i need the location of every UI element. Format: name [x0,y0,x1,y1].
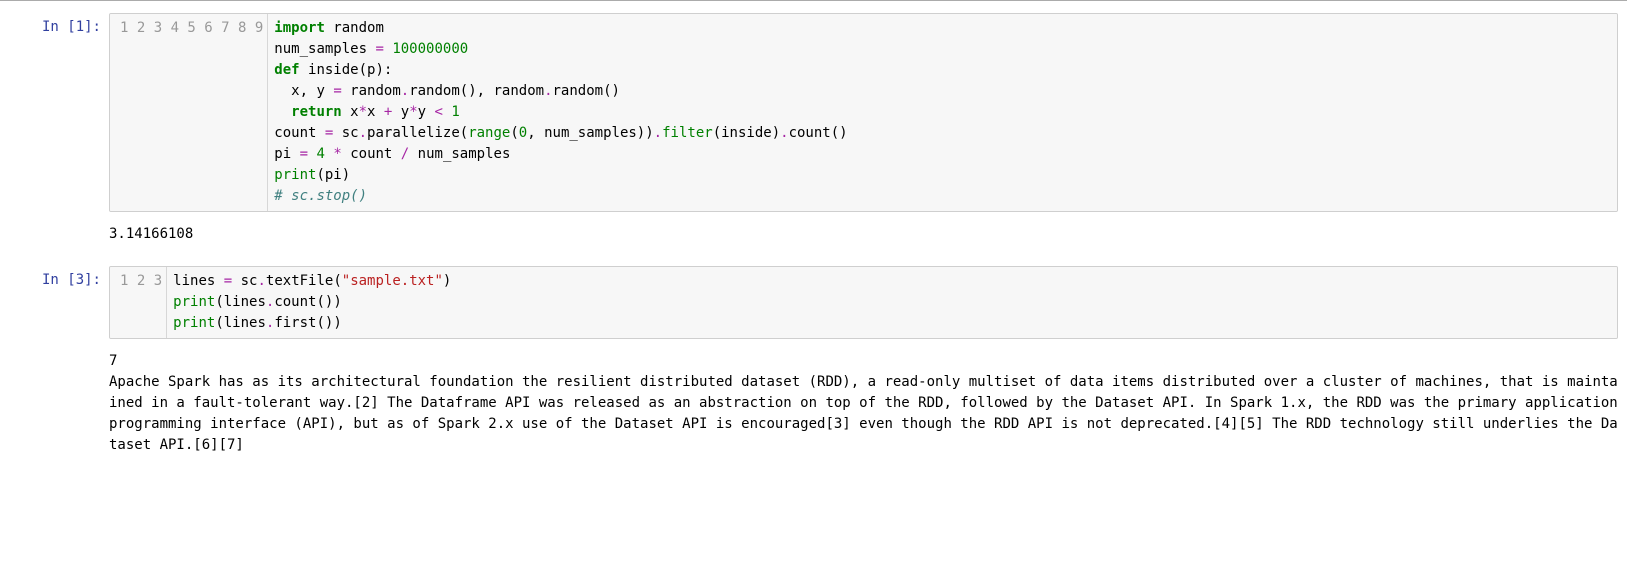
code-token: parallelize( [367,125,468,141]
code-token: < [434,104,442,120]
output-prompt-spacer [4,349,109,458]
code-token: 1 [451,104,459,120]
code-editor[interactable]: lines = sc.textFile("sample.txt") print(… [167,267,1617,338]
code-token: def [274,62,299,78]
code-token: , num_samples)) [527,125,653,141]
code-token: y [392,104,409,120]
code-token: inside(p): [300,62,393,78]
code-token: return [291,104,342,120]
code-cell: In [1]:1 2 3 4 5 6 7 8 9import random nu… [4,8,1623,217]
code-editor[interactable]: import random num_samples = 100000000 de… [268,14,1617,211]
code-token: lines [173,273,224,289]
output-prompt-spacer [4,222,109,247]
input-prompt: In [1]: [4,13,109,212]
code-token: 0 [519,125,527,141]
code-token: (lines [215,294,266,310]
code-token: (lines [215,315,266,331]
code-token: range [468,125,510,141]
code-token: 100000000 [392,41,468,57]
code-token: (inside) [713,125,780,141]
code-token: pi [274,146,299,162]
code-token: textFile( [266,273,342,289]
code-token: count() [789,125,848,141]
code-token: random [325,20,384,36]
code-token: / [401,146,409,162]
code-token: print [173,315,215,331]
input-prompt: In [3]: [4,266,109,339]
code-token: ( [510,125,518,141]
code-token: (pi) [316,167,350,183]
code-token: x, y [274,83,333,99]
code-token: num_samples [274,41,375,57]
code-token: count()) [274,294,341,310]
code-token: . [654,125,662,141]
code-token: import [274,20,325,36]
code-token: 4 [316,146,324,162]
code-token: x [367,104,384,120]
output-text: 7 Apache Spark has as its architectural … [109,349,1618,458]
code-token: * [409,104,417,120]
code-token: * [359,104,367,120]
code-token: # sc.stop() [274,188,367,204]
code-token: . [359,125,367,141]
output-cell: 3.14166108 [4,220,1623,249]
code-token: "sample.txt" [342,273,443,289]
code-cell: In [3]:1 2 3lines = sc.textFile("sample.… [4,261,1623,344]
code-token: sc [333,125,358,141]
code-token: = [333,83,341,99]
line-number-gutter: 1 2 3 [110,267,167,338]
code-token: print [173,294,215,310]
code-token: y [418,104,435,120]
code-token: x [342,104,359,120]
code-token: . [257,273,265,289]
code-token: random [342,83,401,99]
code-token: = [300,146,308,162]
code-token: first()) [274,315,341,331]
code-token: = [224,273,232,289]
code-token: * [333,146,341,162]
code-token: ) [443,273,451,289]
code-token: = [375,41,383,57]
code-token: . [780,125,788,141]
output-text: 3.14166108 [109,222,1618,247]
line-number-gutter: 1 2 3 4 5 6 7 8 9 [110,14,268,211]
code-token: print [274,167,316,183]
code-token [274,104,291,120]
code-token: random() [553,83,620,99]
code-token: count [274,125,325,141]
output-cell: 7 Apache Spark has as its architectural … [4,347,1623,460]
code-token: sc [232,273,257,289]
code-token: num_samples [409,146,510,162]
code-token: filter [662,125,713,141]
code-input-area[interactable]: 1 2 3 4 5 6 7 8 9import random num_sampl… [109,13,1618,212]
code-input-area[interactable]: 1 2 3lines = sc.textFile("sample.txt") p… [109,266,1618,339]
code-token: . [544,83,552,99]
code-token: random(), random [409,83,544,99]
code-token: count [342,146,401,162]
notebook-container: In [1]:1 2 3 4 5 6 7 8 9import random nu… [4,8,1623,460]
code-token: . [401,83,409,99]
